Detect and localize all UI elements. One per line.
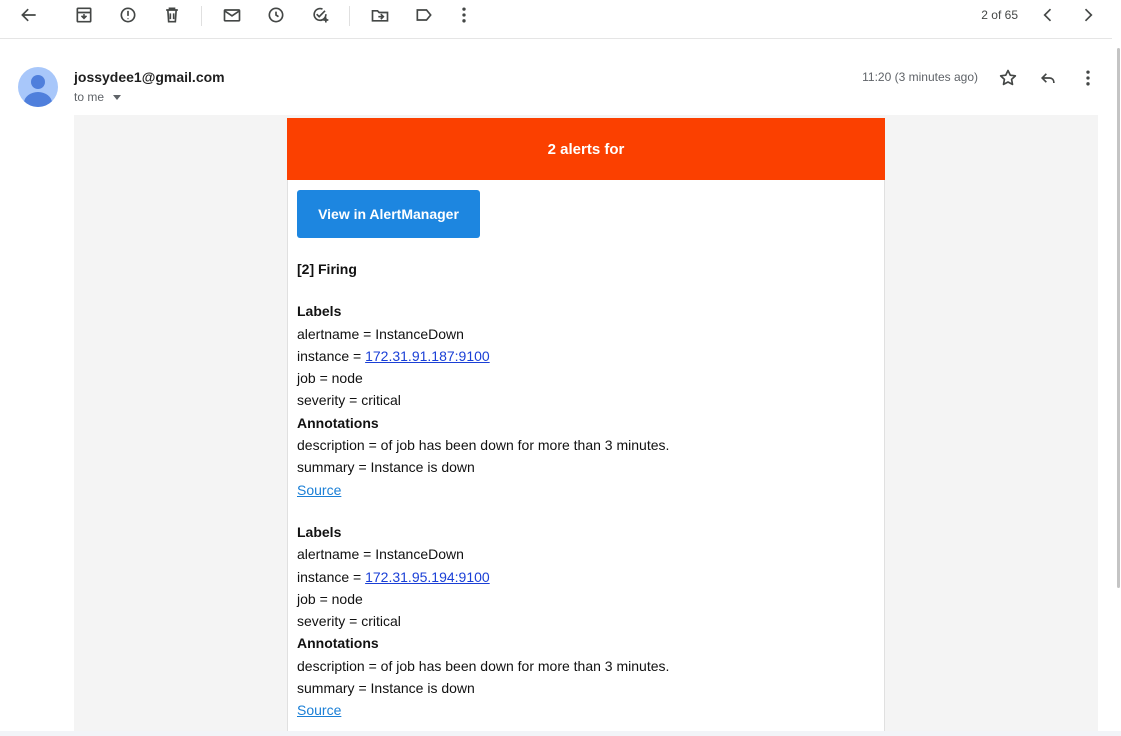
instance-link[interactable]: 172.31.95.194:9100 xyxy=(365,569,490,585)
alert-block: Labels alertname = InstanceDown instance… xyxy=(297,300,877,501)
recipient-details[interactable]: to me xyxy=(74,90,122,104)
scrollbar-thumb[interactable] xyxy=(1117,48,1120,588)
clock-icon[interactable] xyxy=(262,1,290,29)
archive-icon[interactable] xyxy=(70,1,98,29)
label-alertname: alertname = InstanceDown xyxy=(297,546,464,563)
labels-heading: Labels xyxy=(297,523,342,540)
source-link[interactable]: Source xyxy=(297,702,341,718)
sender-email[interactable]: jossydee1@gmail.com xyxy=(74,69,225,85)
caret-down-icon[interactable] xyxy=(113,95,122,100)
label-job: job = node xyxy=(297,370,363,387)
more-vert-icon[interactable] xyxy=(1074,64,1102,92)
star-icon[interactable] xyxy=(994,64,1022,92)
avatar-body-shape xyxy=(24,92,52,107)
annotation-summary: summary = Instance is down xyxy=(297,680,475,697)
avatar-head-shape xyxy=(31,75,45,89)
annotation-summary: summary = Instance is down xyxy=(297,459,475,476)
annotations-heading: Annotations xyxy=(297,414,379,431)
chevron-right-icon[interactable] xyxy=(1074,1,1102,29)
annotations-heading: Annotations xyxy=(297,635,379,652)
more-vert-icon[interactable] xyxy=(450,1,478,29)
firing-heading: [2] Firing xyxy=(297,261,357,277)
label-severity: severity = critical xyxy=(297,613,401,630)
label-instance: instance = 172.31.91.187:9100 xyxy=(297,345,877,367)
avatar[interactable] xyxy=(18,67,58,107)
add-task-icon[interactable] xyxy=(306,1,334,29)
label-instance: instance = 172.31.95.194:9100 xyxy=(297,566,877,588)
move-to-folder-icon[interactable] xyxy=(366,1,394,29)
view-in-alertmanager-button[interactable]: View in AlertManager xyxy=(297,190,480,238)
label-alertname: alertname = InstanceDown xyxy=(297,325,464,342)
toolbar-divider xyxy=(349,6,350,26)
back-arrow-icon[interactable] xyxy=(15,1,43,29)
mail-icon[interactable] xyxy=(218,1,246,29)
banner-title: 2 alerts for xyxy=(547,140,625,158)
label-icon[interactable] xyxy=(410,1,438,29)
reply-icon[interactable] xyxy=(1034,64,1062,92)
scrollbar[interactable] xyxy=(1115,40,1121,736)
alert-banner: 2 alerts for xyxy=(287,118,885,180)
annotation-description: description = of job has been down for m… xyxy=(297,437,670,454)
label-job: job = node xyxy=(297,590,363,607)
trash-icon[interactable] xyxy=(158,1,186,29)
pager-count: 2 of 65 xyxy=(981,8,1018,22)
chevron-left-icon[interactable] xyxy=(1034,1,1062,29)
alert-block: Labels alertname = InstanceDown instance… xyxy=(297,521,877,722)
instance-prefix: instance = xyxy=(297,568,366,585)
toolbar-divider xyxy=(201,6,202,26)
message-toolbar: 2 of 65 xyxy=(0,0,1112,39)
source-link[interactable]: Source xyxy=(297,482,341,498)
alert-content: [2] Firing Labels alertname = InstanceDo… xyxy=(297,258,877,722)
message-time: 11:20 (3 minutes ago) xyxy=(862,70,978,84)
annotation-description: description = of job has been down for m… xyxy=(297,657,670,674)
recipient-label: to me xyxy=(74,90,105,104)
bottom-edge xyxy=(0,731,1121,736)
report-spam-icon[interactable] xyxy=(114,1,142,29)
labels-heading: Labels xyxy=(297,303,342,320)
instance-prefix: instance = xyxy=(297,347,366,364)
instance-link[interactable]: 172.31.91.187:9100 xyxy=(365,348,490,364)
label-severity: severity = critical xyxy=(297,392,401,409)
